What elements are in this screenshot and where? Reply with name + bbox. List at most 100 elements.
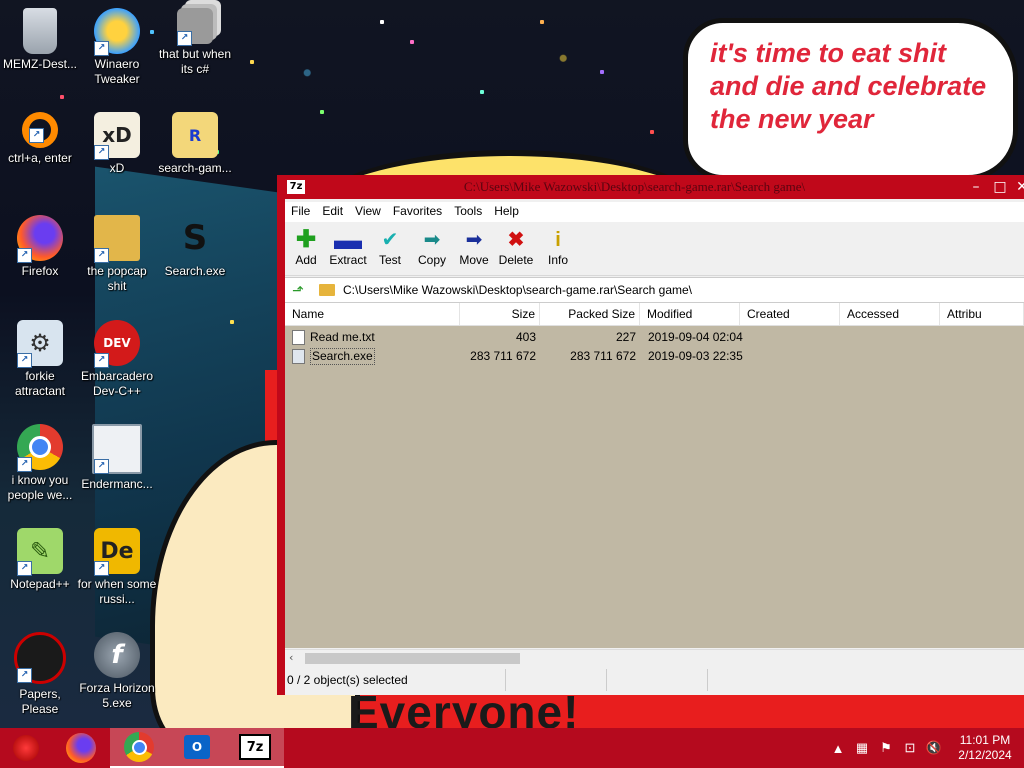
ring-icon: ↗ [22, 112, 58, 148]
column-modified[interactable]: Modified [640, 303, 740, 325]
desktop-icon-winaero[interactable]: ↗ Winaero Tweaker [77, 8, 157, 87]
network-icon[interactable]: ⊡ [898, 740, 922, 756]
desktop-icon-label: the popcap shit [87, 264, 147, 293]
shortcut-arrow-icon: ↗ [17, 353, 32, 368]
7zip-app-icon[interactable]: 7z [287, 180, 305, 194]
file-size: 283 711 672 [470, 349, 536, 363]
desktop-icon-memz[interactable]: MEMZ-Dest... [0, 8, 80, 72]
delete-button[interactable]: ✖ Delete [495, 223, 537, 275]
desktop-icon-firefox[interactable]: ↗ Firefox [0, 215, 80, 279]
confetti [650, 130, 654, 134]
start-button[interactable] [0, 728, 52, 768]
confetti [600, 70, 604, 74]
close-icon[interactable]: ✕ [1012, 177, 1024, 197]
file-size: 403 [515, 330, 536, 344]
desktop-icon-search-exe[interactable]: S Search.exe [155, 215, 235, 279]
menu-file[interactable]: File [285, 202, 316, 222]
column-created[interactable]: Created [740, 303, 840, 325]
desktop-icon-de[interactable]: De ↗ for when some russi... [77, 528, 157, 607]
address-input[interactable]: C:\Users\Mike Wazowski\Desktop\search-ga… [343, 283, 692, 297]
add-button[interactable]: ✚ Add [285, 223, 327, 275]
status-panel-3 [607, 669, 708, 691]
desktop-icon-forza[interactable]: f Forza Horizon 5.exe [77, 632, 157, 711]
file-name: Read me.txt [310, 330, 375, 344]
maximize-icon[interactable]: □ [988, 179, 1012, 195]
table-row[interactable]: Read me.txt 403 227 2019-09-04 02:04 [285, 328, 1024, 347]
file-modified: 2019-09-04 02:04 [648, 330, 743, 344]
extract-button-label: Extract [329, 253, 367, 267]
desktop-icon-notepadpp[interactable]: ✎ ↗ Notepad++ [0, 528, 80, 592]
file-packed-size: 283 711 672 [570, 349, 636, 363]
title-bar[interactable]: 7z C:\Users\Mike Wazowski\Desktop\search… [277, 175, 1024, 199]
desktop-icon-popcap[interactable]: ↗ the popcap shit [77, 215, 157, 294]
clock-date: 2/12/2024 [958, 748, 1012, 762]
x-icon: ✖ [507, 229, 525, 251]
confetti [380, 20, 384, 24]
desktop-icon-label: for when some russi... [77, 577, 157, 606]
task-view-icon[interactable]: ▦ [850, 740, 874, 756]
plus-icon: ✚ [295, 226, 317, 253]
extract-button[interactable]: ▬ Extract [327, 223, 369, 275]
desktop-icon-chrome[interactable]: ↗ i know you people we... [0, 424, 80, 503]
taskbar-7zip[interactable]: 7z [226, 728, 284, 768]
horizontal-scrollbar[interactable]: ‹ [285, 649, 1024, 667]
copy-button[interactable]: ➡ Copy [411, 223, 453, 275]
shortcut-arrow-icon: ↗ [94, 41, 109, 56]
desktop-icon-search-game-rar[interactable]: R search-gam... [155, 112, 235, 176]
desktop-icon-label: Embarcadero Dev-C++ [80, 369, 154, 398]
confetti [230, 320, 234, 324]
column-packed-size[interactable]: Packed Size [540, 303, 640, 325]
system-tray: ▲ ▦ ⚑ ⊡ 🔇 11:01 PM 2/12/2024 [826, 733, 1024, 763]
volume-muted-icon[interactable]: 🔇 [922, 740, 946, 756]
window-title: C:\Users\Mike Wazowski\Desktop\search-ga… [463, 179, 806, 194]
menu-help[interactable]: Help [488, 202, 525, 222]
add-button-label: Add [295, 253, 317, 267]
menu-edit[interactable]: Edit [316, 202, 349, 222]
desktop-icon-xd[interactable]: xD ↗ xD [77, 112, 157, 176]
minimize-icon[interactable]: – [964, 179, 988, 195]
devcpp-icon: DEV ↗ [94, 320, 140, 368]
column-size[interactable]: Size [460, 303, 540, 325]
hxd-icon: xD ↗ [94, 112, 140, 160]
menu-favorites[interactable]: Favorites [387, 202, 448, 222]
shortcut-arrow-icon: ↗ [94, 561, 109, 576]
taskbar-outlook[interactable]: O [168, 728, 226, 768]
info-button[interactable]: i Info [537, 223, 579, 275]
winaero-icon: ↗ [94, 8, 140, 56]
taskbar-chrome[interactable] [110, 728, 168, 768]
outlook-icon: O [184, 735, 210, 759]
flash-icon: f [94, 632, 140, 678]
column-attributes[interactable]: Attribu [940, 303, 1024, 325]
scroll-left-icon[interactable]: ‹ [289, 651, 293, 664]
chevron-up-icon[interactable]: ▲ [826, 741, 850, 756]
chrome-center [29, 436, 51, 458]
menu-tools[interactable]: Tools [448, 202, 488, 222]
desktop-icon-ctrl-a[interactable]: ↗ ctrl+a, enter [0, 112, 80, 166]
desktop-icon-csharp[interactable]: ↗ that but when its c# [155, 8, 235, 77]
column-accessed[interactable]: Accessed [840, 303, 940, 325]
clock[interactable]: 11:01 PM 2/12/2024 [946, 733, 1024, 763]
bubble-line-3: the new year [710, 104, 874, 134]
flag-icon[interactable]: ⚑ [874, 740, 898, 756]
bubble-line-2: and die and celebrate [710, 71, 987, 101]
table-row[interactable]: Search.exe 283 711 672 283 711 672 2019-… [285, 347, 1024, 366]
shortcut-arrow-icon: ↗ [94, 145, 109, 160]
menu-view[interactable]: View [349, 202, 387, 222]
shortcut-arrow-icon: ↗ [94, 353, 109, 368]
desktop-icon-papers-please[interactable]: ↗ Papers, Please [0, 632, 80, 717]
up-folder-icon[interactable]: ⬏ [289, 282, 307, 298]
column-name[interactable]: Name [285, 303, 460, 325]
desktop-icon-forkie[interactable]: ⚙ ↗ forkie attractant [0, 320, 80, 399]
desktop-icon-label: forkie attractant [14, 369, 66, 398]
file-modified: 2019-09-03 22:35 [648, 349, 743, 363]
taskbar-firefox[interactable] [52, 728, 110, 768]
scroll-thumb[interactable] [305, 653, 520, 664]
speech-bubble: it's time to eat shit and die and celebr… [683, 18, 1018, 180]
test-button[interactable]: ✔ Test [369, 223, 411, 275]
confetti [410, 40, 414, 44]
desktop-icon-label: Winaero Tweaker [94, 57, 140, 86]
desktop-icon-endermanch[interactable]: ↗ Endermanc... [77, 424, 157, 492]
shortcut-arrow-icon: ↗ [177, 31, 192, 46]
desktop-icon-devcpp[interactable]: DEV ↗ Embarcadero Dev-C++ [77, 320, 157, 399]
move-button[interactable]: ➡ Move [453, 223, 495, 275]
